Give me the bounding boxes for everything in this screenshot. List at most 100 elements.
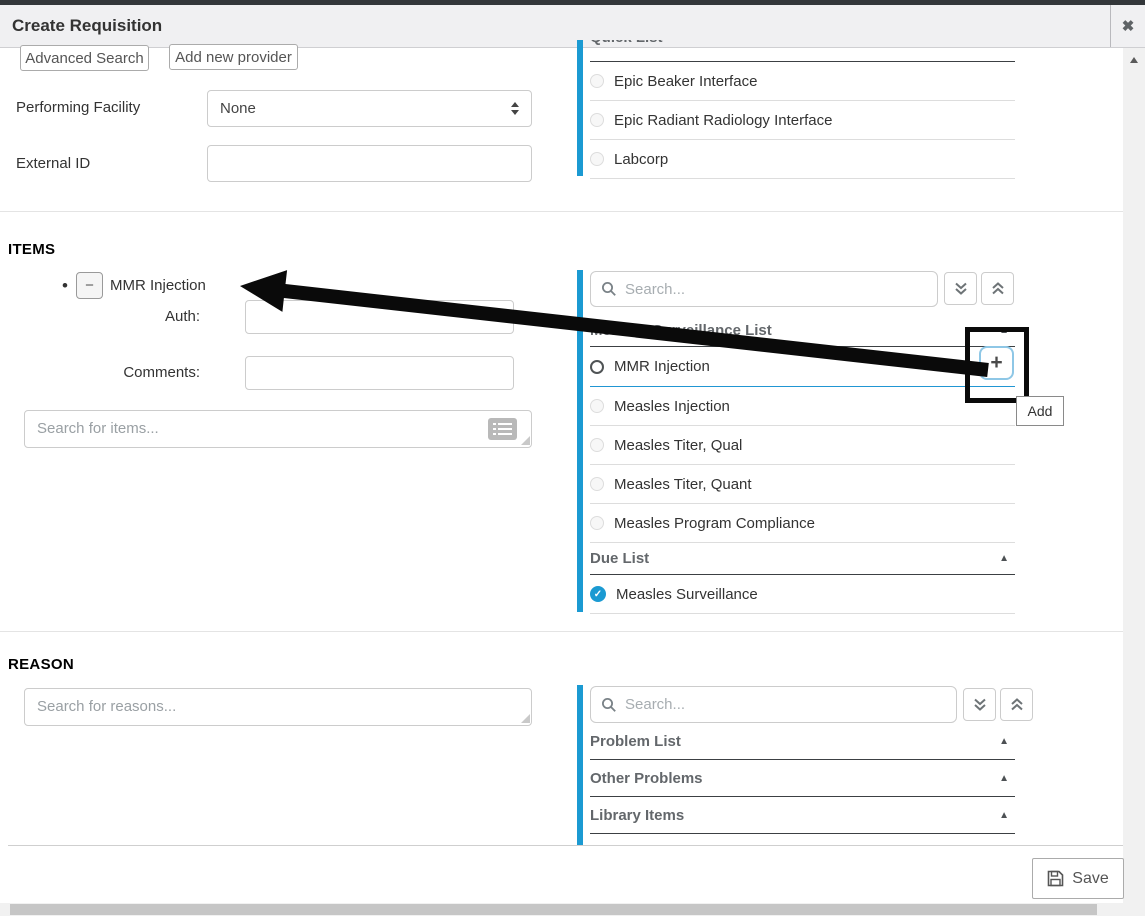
group-header-label: Other Problems bbox=[590, 770, 703, 787]
selected-item-label: MMR Injection bbox=[110, 277, 206, 294]
quick-list-accent-bar bbox=[577, 40, 583, 176]
add-item-button[interactable]: + bbox=[979, 346, 1014, 380]
collapse-icon[interactable]: ▲ bbox=[999, 810, 1015, 821]
minus-icon: − bbox=[85, 277, 94, 294]
collapse-icon[interactable]: ▲ bbox=[999, 553, 1015, 564]
picker-item-label: Epic Beaker Interface bbox=[614, 73, 757, 90]
picker-item-label: Measles Surveillance bbox=[616, 586, 758, 603]
collapse-icon[interactable]: ▲ bbox=[999, 773, 1015, 784]
reason-picker-searchbox bbox=[590, 686, 957, 723]
search-icon bbox=[601, 281, 617, 297]
items-search-input[interactable] bbox=[24, 410, 532, 448]
picker-item[interactable]: Measles Program Compliance bbox=[590, 504, 1015, 543]
save-button[interactable]: Save bbox=[1032, 858, 1124, 899]
add-new-provider-button[interactable]: Add new provider bbox=[169, 44, 298, 70]
vertical-scrollbar[interactable] bbox=[1123, 48, 1145, 903]
close-button[interactable]: ✖ bbox=[1110, 5, 1145, 47]
reason-picker-accent-bar bbox=[577, 685, 583, 846]
group-header-label: Measles Surveillance List bbox=[590, 322, 772, 339]
save-icon bbox=[1047, 870, 1064, 887]
performing-facility-select[interactable]: None bbox=[207, 90, 532, 127]
search-icon bbox=[601, 697, 617, 713]
picker-item[interactable]: Measles Injection bbox=[590, 387, 1015, 426]
bullet-icon: • bbox=[62, 276, 68, 296]
picker-item[interactable]: Epic Radiant Radiology Interface bbox=[590, 101, 1015, 140]
radio-icon bbox=[590, 477, 604, 491]
collapse-all-button[interactable] bbox=[1000, 688, 1033, 721]
advanced-search-button[interactable]: Advanced Search bbox=[20, 45, 149, 71]
external-id-input[interactable] bbox=[207, 145, 532, 182]
picker-item[interactable]: Measles Titer, Quant bbox=[590, 465, 1015, 504]
section-divider bbox=[0, 211, 1123, 212]
select-updown-icon bbox=[511, 102, 519, 115]
group-header-label: Due List bbox=[590, 550, 649, 567]
reason-picker-search-input[interactable] bbox=[625, 696, 946, 713]
section-divider bbox=[0, 631, 1123, 632]
plus-icon: + bbox=[990, 351, 1002, 375]
auth-input[interactable] bbox=[245, 300, 514, 334]
resize-grip-icon[interactable] bbox=[521, 436, 530, 445]
modal-title: Create Requisition bbox=[0, 16, 162, 36]
radio-icon bbox=[590, 438, 604, 452]
picker-item[interactable]: ✓ Measles Surveillance bbox=[590, 575, 1015, 614]
picker-item[interactable]: Labcorp bbox=[590, 140, 1015, 179]
picker-item-label: Measles Titer, Quant bbox=[614, 476, 752, 493]
picker-item[interactable]: MMR Injection bbox=[590, 347, 1015, 387]
radio-icon bbox=[590, 113, 604, 127]
group-header[interactable]: Other Problems ▲ bbox=[590, 760, 1015, 797]
radio-icon bbox=[590, 516, 604, 530]
chevrons-up-icon bbox=[989, 281, 1007, 297]
resize-grip-icon[interactable] bbox=[521, 714, 530, 723]
quick-list: Epic Beaker Interface Epic Radiant Radiol… bbox=[590, 62, 1015, 179]
item-list-picker-icon[interactable] bbox=[488, 418, 517, 440]
collapse-all-button[interactable] bbox=[981, 272, 1014, 305]
chevrons-down-icon bbox=[971, 697, 989, 713]
performing-facility-label: Performing Facility bbox=[16, 99, 140, 116]
expand-all-button[interactable] bbox=[963, 688, 996, 721]
collapse-icon[interactable]: ▲ bbox=[999, 736, 1015, 747]
external-id-label: External ID bbox=[16, 155, 90, 172]
items-picker-searchbox bbox=[590, 271, 938, 307]
picker-item[interactable]: Measles Titer, Qual bbox=[590, 426, 1015, 465]
group-header-label: Problem List bbox=[590, 733, 681, 750]
group-header[interactable]: Due List ▲ bbox=[590, 543, 1015, 575]
quick-list-header: Quick List bbox=[590, 40, 1015, 62]
picker-item[interactable]: Epic Beaker Interface bbox=[590, 62, 1015, 101]
performing-facility-value: None bbox=[220, 100, 256, 117]
radio-icon bbox=[590, 399, 604, 413]
comments-label: Comments: bbox=[100, 364, 200, 381]
remove-item-button[interactable]: − bbox=[76, 272, 103, 299]
reasons-search-input[interactable] bbox=[24, 688, 532, 726]
checked-icon: ✓ bbox=[590, 586, 606, 602]
footer-divider bbox=[8, 845, 1123, 846]
picker-item-label: Labcorp bbox=[614, 151, 668, 168]
picker-item-label: Measles Titer, Qual bbox=[614, 437, 742, 454]
picker-item-label: Measles Program Compliance bbox=[614, 515, 815, 532]
picker-item-label: Measles Injection bbox=[614, 398, 730, 415]
expand-all-button[interactable] bbox=[944, 272, 977, 305]
items-picker-search-input[interactable] bbox=[625, 281, 927, 298]
add-tooltip: Add bbox=[1016, 396, 1064, 426]
items-section-title: ITEMS bbox=[8, 241, 55, 258]
items-picker-accent-bar bbox=[577, 270, 583, 612]
picker-item-label: MMR Injection bbox=[614, 358, 710, 375]
picker-item-label: Epic Radiant Radiology Interface bbox=[614, 112, 832, 129]
items-picker-list: Measles Surveillance List ▲ MMR Injection M… bbox=[590, 315, 1015, 614]
comments-input[interactable] bbox=[245, 356, 514, 390]
chevrons-up-icon bbox=[1008, 697, 1026, 713]
group-header-label: Library Items bbox=[590, 807, 684, 824]
group-header[interactable]: Problem List ▲ bbox=[590, 723, 1015, 760]
group-header[interactable]: Library Items ▲ bbox=[590, 797, 1015, 834]
radio-icon bbox=[590, 74, 604, 88]
collapse-icon[interactable]: ▲ bbox=[999, 325, 1015, 336]
reason-section-title: REASON bbox=[8, 656, 74, 673]
scroll-up-icon[interactable] bbox=[1130, 57, 1138, 63]
reason-picker-list: Problem List▲Other Problems▲Library Item… bbox=[590, 723, 1015, 834]
save-label: Save bbox=[1072, 870, 1108, 888]
horizontal-scrollbar-thumb[interactable] bbox=[10, 904, 1097, 915]
radio-icon bbox=[590, 360, 604, 374]
group-header[interactable]: Measles Surveillance List ▲ bbox=[590, 315, 1015, 347]
auth-label: Auth: bbox=[100, 308, 200, 325]
radio-icon bbox=[590, 152, 604, 166]
close-icon: ✖ bbox=[1122, 17, 1135, 35]
